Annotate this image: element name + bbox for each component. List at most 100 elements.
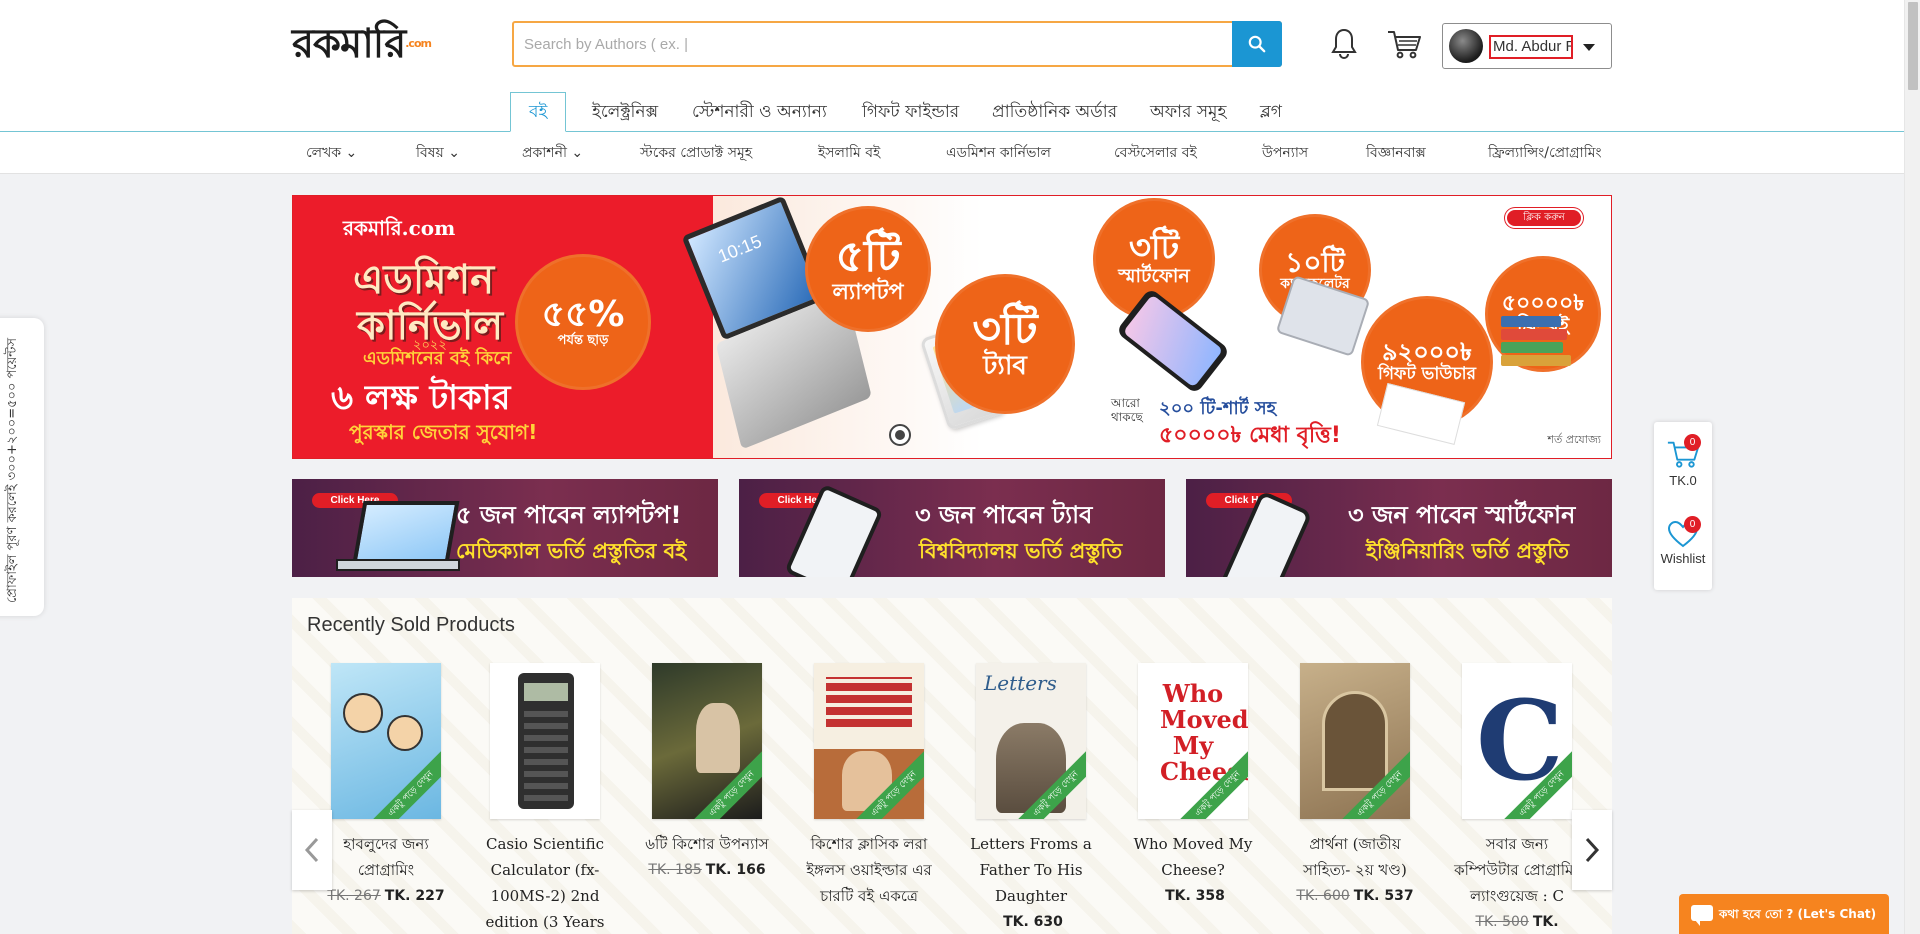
old-price: TK. 267	[327, 888, 381, 904]
recently-sold-section: Recently Sold Products একটু পড়ে দেখুন হ…	[292, 598, 1612, 934]
subnav-freelancing[interactable]: ফ্রিল্যান্সিং/প্রোগ্রামিং	[1488, 133, 1602, 173]
subnav-novel[interactable]: উপন্যাস	[1262, 133, 1308, 173]
subnav-subject[interactable]: বিষয় ⌄	[416, 133, 460, 173]
carousel-dot[interactable]	[889, 424, 911, 446]
tab-label: ট্যাব	[983, 351, 1027, 382]
product-card[interactable]: Who Moved My Cheese একটু পড়ে দেখুন Who …	[1128, 663, 1258, 909]
cart-icon	[1388, 31, 1421, 59]
subnav-islamic-books[interactable]: ইসলামি বই	[818, 133, 880, 173]
tab-blog[interactable]: ব্লগ	[1260, 93, 1282, 131]
banner-click-button[interactable]: ক্লিক করুন	[1507, 210, 1581, 226]
tab-offers[interactable]: অফার সমূহ	[1150, 93, 1226, 131]
subnav-author[interactable]: লেখক ⌄	[306, 133, 357, 173]
product-price: TK. 358	[1128, 883, 1258, 909]
phone-count: ৩টি	[1128, 228, 1180, 269]
laptop-count: ৫টি	[835, 231, 901, 283]
wishlist-label: Wishlist	[1660, 551, 1706, 566]
search-bar	[512, 21, 1282, 67]
subnav-admission-carnival[interactable]: এডমিশন কার্নিভাল	[946, 133, 1051, 173]
laptop-circle: ৫টি ল্যাপটপ	[805, 206, 931, 332]
cart-button[interactable]	[1386, 26, 1422, 62]
avatar	[1449, 29, 1483, 63]
product-card[interactable]: একটু পড়ে দেখুন হাবলুদের জন্য প্রোগ্রামি…	[321, 663, 451, 909]
product-card[interactable]: Casio Scientific Calculator (fx-100MS-2)…	[480, 663, 610, 934]
promo-card-laptop[interactable]: Click Here ৫ জন পাবেন ল্যাপটপ! মেডিক্যাল…	[292, 479, 718, 577]
chat-icon	[1691, 905, 1713, 926]
scholarship-text: ৫০০০০৳ মেধা বৃত্তি!	[1159, 423, 1341, 448]
product-name: Who Moved My Cheese?	[1133, 835, 1253, 879]
floating-wishlist[interactable]: 0 Wishlist	[1654, 516, 1712, 566]
new-price: TK. 227	[384, 888, 445, 904]
product-price: TK. 500 TK.	[1452, 909, 1582, 934]
floating-cart-wishlist: 0 TK.0 0 Wishlist	[1654, 422, 1712, 590]
site-header: রকমারি.com Md. Abdur R বই ইলেক্ট্রনিক্স …	[0, 0, 1904, 174]
product-card[interactable]: একটু পড়ে দেখুন কিশোর ক্লাসিক লরা ইঙ্গলস…	[804, 663, 934, 934]
laptop-icon	[352, 501, 460, 563]
tab-stationery[interactable]: স্টেশনারী ও অন্যান্য	[692, 93, 827, 131]
promo-title: ৩ জন পাবেন ট্যাব	[915, 501, 1093, 529]
wishlist-count-badge: 0	[1684, 516, 1701, 533]
product-card[interactable]: একটু পড়ে দেখুন প্রার্থনা (জাতীয় সাহিত্…	[1290, 663, 1420, 909]
promo-subtitle: ইঞ্জিনিয়ারিং ভর্তি প্রস্তুতি	[1366, 539, 1570, 563]
product-cover: একটু পড়ে দেখুন	[331, 663, 441, 819]
promo-card-tab[interactable]: Click Here ৩ জন পাবেন ট্যাব বিশ্ববিদ্যাল…	[739, 479, 1165, 577]
floating-cart[interactable]: 0 TK.0	[1654, 434, 1712, 488]
tab-corporate-order[interactable]: প্রাতিষ্ঠানিক অর্ডার	[992, 93, 1117, 131]
voucher-amount: ৯২০০০৳	[1382, 338, 1472, 367]
profile-points-tab[interactable]: প্রোফাইল পূরণ করলেই ৩০০+২০০=৫০০ পয়েন্টস	[0, 318, 44, 616]
discount-text: পর্যন্ত ছাড়	[557, 333, 609, 349]
carousel-next-button[interactable]	[1572, 810, 1612, 890]
product-name: Casio Scientific Calculator (fx-100MS-2)…	[485, 835, 605, 931]
sub-navigation: লেখক ⌄ বিষয় ⌄ প্রকাশনী ⌄ স্টকের প্রোডাক…	[0, 133, 1904, 174]
bell-icon	[1331, 28, 1357, 60]
phone-label: স্মার্টফোন	[1118, 264, 1190, 287]
hero-banner[interactable]: রকমারি.com এডমিশন কার্নিভাল ২০২২ এডমিশনে…	[292, 195, 1612, 459]
subnav-bestseller[interactable]: বেস্টসেলার বই	[1114, 133, 1197, 173]
subnav-science-box[interactable]: বিজ্ঞানবাক্স	[1366, 133, 1426, 173]
caret-down-icon	[1583, 44, 1595, 51]
notification-button[interactable]	[1326, 26, 1362, 62]
product-cover: Letters একটু পড়ে দেখুন	[976, 663, 1086, 819]
account-dropdown[interactable]: Md. Abdur R	[1442, 23, 1612, 69]
tab-gift-finder[interactable]: গিফট ফাইন্ডার	[862, 93, 959, 131]
product-cover: C একটু পড়ে দেখুন	[1462, 663, 1572, 819]
voucher-label: গিফট ভাউচার	[1378, 363, 1476, 384]
promo-subtitle: বিশ্ববিদ্যালয় ভর্তি প্রস্তুতি	[919, 539, 1123, 563]
tab-circle: ৩টি ট্যাব	[935, 274, 1075, 414]
product-price: TK. 267 TK. 227	[321, 883, 451, 909]
product-card[interactable]: একটু পড়ে দেখুন ৬টি কিশোর উপন্যাস TK. 18…	[642, 663, 772, 883]
search-input[interactable]	[524, 23, 1234, 65]
tabs-divider	[0, 131, 1904, 132]
old-price: TK. 600	[1296, 888, 1350, 904]
product-cover	[490, 663, 600, 819]
product-price: TK. 630	[966, 909, 1096, 934]
tab-electronics[interactable]: ইলেক্ট্রনিক্স	[592, 93, 658, 131]
search-button[interactable]	[1232, 21, 1282, 67]
product-price	[804, 909, 934, 934]
subnav-publisher[interactable]: প্রকাশনী ⌄	[522, 133, 583, 173]
category-tabs: বই ইলেক্ট্রনিক্স স্টেশনারী ও অন্যান্য গি…	[0, 90, 1904, 132]
preview-ribbon: একটু পড়ে দেখুন	[362, 745, 441, 819]
scrollbar-thumb[interactable]	[1908, 2, 1918, 90]
account-name: Md. Abdur R	[1489, 35, 1573, 59]
site-logo[interactable]: রকমারি.com	[292, 22, 432, 66]
more-label: আরো থাকছে	[1111, 396, 1143, 424]
product-card[interactable]: C একটু পড়ে দেখুন সবার জন্য কম্পিউটার প্…	[1452, 663, 1582, 934]
product-card[interactable]: Letters একটু পড়ে দেখুন Letters Froms a …	[966, 663, 1096, 934]
product-name: কিশোর ক্লাসিক লরা ইঙ্গলস ওয়াইল্ডার এর চ…	[806, 835, 932, 905]
discount-percent: ৫৫%	[541, 294, 625, 336]
page-scrollbar[interactable]	[1904, 0, 1920, 934]
promo-subtitle: মেডিক্যাল ভর্তি প্রস্তুতির বই	[456, 539, 687, 563]
subnav-in-stock[interactable]: স্টকের প্রোডাক্ট সমূহ	[640, 133, 752, 173]
banner-line-3: পুরস্কার জেতার সুযোগ!	[349, 420, 538, 444]
carousel-prev-button[interactable]	[292, 810, 332, 890]
tab-count: ৩টি	[972, 304, 1038, 356]
product-price: TK. 600 TK. 537	[1290, 883, 1420, 909]
chat-button[interactable]: কথা হবে তো ? (Let's Chat)	[1679, 894, 1889, 934]
promo-card-smartphone[interactable]: Click Here ৩ জন পাবেন স্মার্টফোন ইঞ্জিনি…	[1186, 479, 1612, 577]
calculator-count: ১০টি	[1285, 245, 1345, 279]
product-name: সবার জন্য কম্পিউটার প্রোগ্রামিং ল্যাংগুয…	[1454, 835, 1580, 905]
section-title: Recently Sold Products	[307, 614, 515, 636]
chat-label: কথা হবে তো ? (Let's Chat)	[1719, 907, 1877, 921]
tab-books[interactable]: বই	[510, 92, 567, 132]
